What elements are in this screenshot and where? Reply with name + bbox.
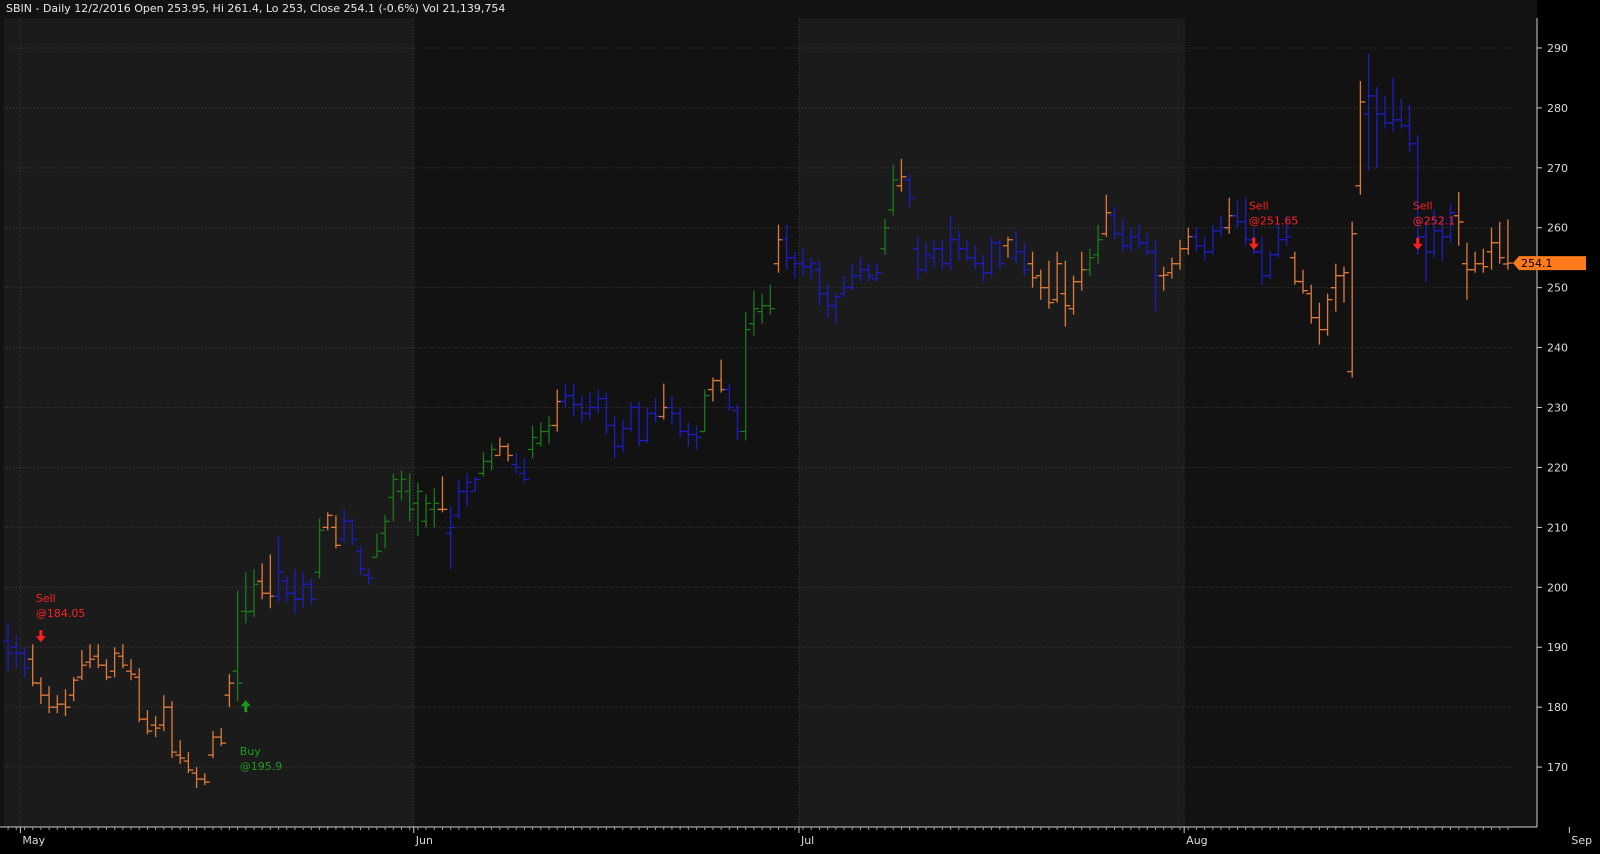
y-tick-label: 240 bbox=[1547, 342, 1568, 355]
buy-label: Buy bbox=[240, 745, 262, 758]
price-chart: Sell @184.05 Buy @195.9 Sell @251.65 Sell @252.… bbox=[0, 0, 1600, 854]
sell-price: @184.05 bbox=[36, 607, 85, 620]
y-tick-label: 230 bbox=[1547, 402, 1568, 415]
y-tick-label: 290 bbox=[1547, 42, 1568, 55]
sell-price: @251.65 bbox=[1249, 215, 1299, 228]
y-tick-label: 270 bbox=[1547, 162, 1568, 175]
y-tick-label: 170 bbox=[1547, 761, 1568, 774]
x-axis: MayJunJulAugSepOctNovDec bbox=[0, 826, 1592, 854]
x-tick-label: Jun bbox=[415, 834, 433, 847]
y-tick-label: 200 bbox=[1547, 581, 1568, 594]
y-tick-label: 220 bbox=[1547, 461, 1568, 474]
chart-svg: Sell @184.05 Buy @195.9 Sell @251.65 Sell @252.… bbox=[0, 0, 1600, 854]
x-tick-label: Sep bbox=[1571, 834, 1592, 847]
last-price-label: 254.1 bbox=[1521, 257, 1553, 270]
sell-label: Sell bbox=[1249, 200, 1269, 213]
y-axis-panel bbox=[1537, 0, 1600, 854]
y-tick-label: 190 bbox=[1547, 641, 1568, 654]
sell-label: Sell bbox=[36, 592, 56, 605]
sell-label: Sell bbox=[1413, 200, 1433, 213]
y-tick-label: 180 bbox=[1547, 701, 1568, 714]
buy-price: @195.9 bbox=[240, 760, 282, 773]
y-tick-label: 260 bbox=[1547, 222, 1568, 235]
x-tick-label: Aug bbox=[1186, 834, 1207, 847]
y-tick-label: 250 bbox=[1547, 282, 1568, 295]
sell-price: @252.1 bbox=[1413, 215, 1456, 228]
chart-title: SBIN - Daily 12/2/2016 Open 253.95, Hi 2… bbox=[6, 2, 505, 15]
x-tick-label: May bbox=[22, 834, 45, 847]
y-tick-label: 280 bbox=[1547, 102, 1568, 115]
month-panel bbox=[4, 18, 21, 827]
x-axis-panel bbox=[0, 827, 1537, 854]
x-tick-label: Jul bbox=[800, 834, 814, 847]
month-panel bbox=[798, 18, 1185, 827]
month-panel bbox=[20, 18, 414, 827]
y-tick-label: 210 bbox=[1547, 521, 1568, 534]
